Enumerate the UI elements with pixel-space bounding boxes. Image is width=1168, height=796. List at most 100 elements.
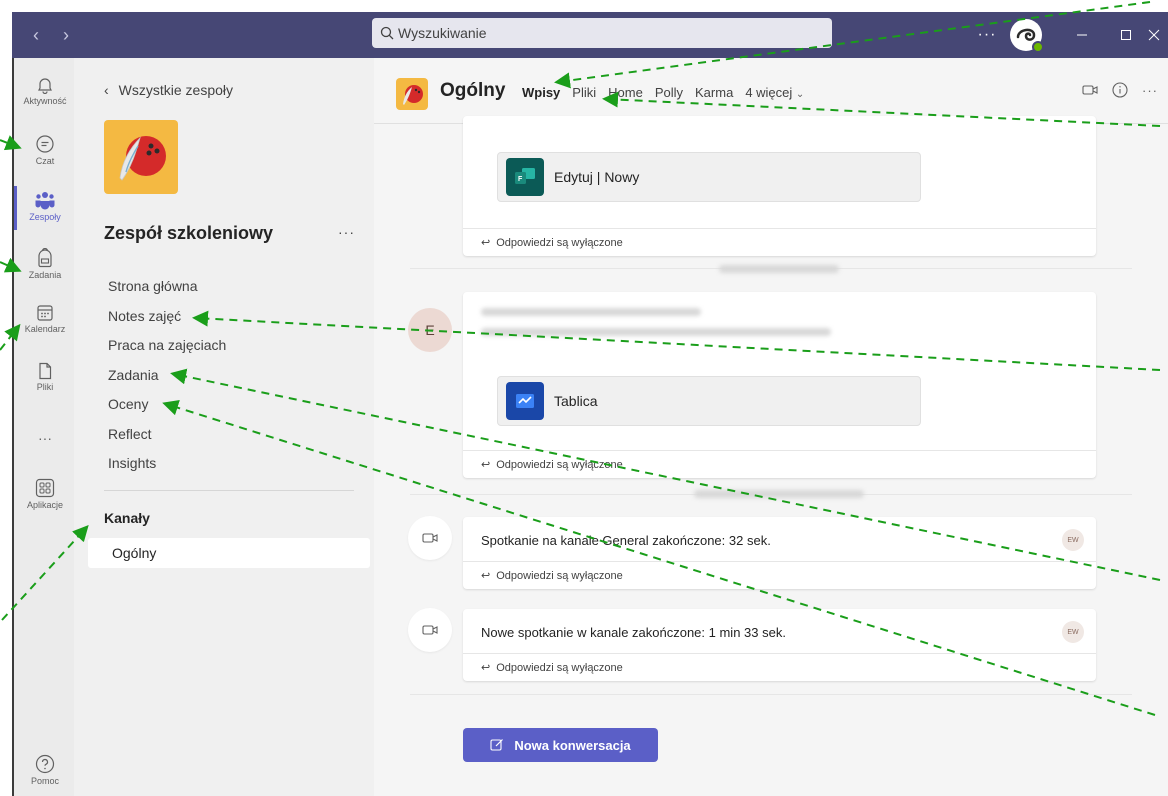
tab-files[interactable]: Pliki: [572, 85, 596, 100]
replies-off-label: Odpowiedzi są wyłączone: [496, 236, 623, 249]
channels-heading: Kanały: [104, 510, 150, 526]
forward-arrow-icon[interactable]: ›: [58, 12, 74, 58]
tab-more-label: 4 więcej: [745, 85, 793, 100]
attachment-card[interactable]: F Edytuj | Nowy: [497, 152, 921, 202]
maximize-icon: [1121, 30, 1131, 40]
tab-posts[interactable]: Wpisy: [522, 85, 561, 119]
chevron-down-icon: ⌄: [795, 89, 805, 100]
post-card: F Edytuj | Nowy ↩ Odpowiedzi są wyłączon…: [463, 116, 1096, 256]
replies-off-row: ↩ Odpowiedzi są wyłączone: [463, 450, 1096, 478]
author-line: [481, 308, 701, 316]
meeting-card: Spotkanie na kanale General zakończone: …: [463, 517, 1096, 589]
rail-item-assignments[interactable]: Zadania: [14, 248, 76, 280]
compose-icon: [490, 739, 504, 751]
more-options-icon[interactable]: ···: [1142, 83, 1158, 98]
rail-label-chat: Czat: [35, 156, 55, 166]
team-menu-item-insights[interactable]: Insights: [108, 453, 226, 483]
reply-arrow-icon: ↩: [481, 459, 491, 471]
rail-label-apps: Aplikacje: [26, 500, 64, 510]
channel-item-general[interactable]: Ogólny: [88, 538, 370, 568]
minimize-icon: [1077, 34, 1087, 36]
replies-off-label: Odpowiedzi są wyłączone: [496, 661, 623, 674]
rail-item-teams[interactable]: Zespoły: [14, 186, 76, 230]
title-bar: ‹ › Wyszukiwanie ···: [12, 12, 1168, 58]
meeting-icon-wrap: [408, 516, 452, 560]
header-tools: ···: [1082, 82, 1158, 98]
more-options-icon[interactable]: ···: [968, 26, 1006, 44]
new-conversation-button[interactable]: Nowa konwersacja: [463, 728, 658, 762]
team-avatar[interactable]: [104, 120, 178, 194]
video-camera-icon: [422, 625, 438, 635]
tab-polly[interactable]: Polly: [655, 85, 683, 100]
meeting-title: Spotkanie na kanale General zakończone: …: [481, 533, 771, 548]
backpack-icon: [38, 248, 52, 268]
team-menu-item-home[interactable]: Strona główna: [108, 276, 226, 306]
attachment-card[interactable]: Tablica: [497, 376, 921, 426]
replies-off-row: ↩ Odpowiedzi są wyłączone: [463, 653, 1096, 681]
rail-label-calendar: Kalendarz: [24, 324, 66, 334]
team-menu-item-reflect[interactable]: Reflect: [108, 424, 226, 454]
replies-off-row: ↩ Odpowiedzi są wyłączone: [463, 561, 1096, 589]
rail-label-assignments: Zadania: [28, 270, 62, 280]
app-rail: Aktywność Czat Zespoły Zadania Kalendarz…: [12, 58, 74, 796]
team-menu-item-grades[interactable]: Oceny: [108, 394, 226, 424]
replies-off-label: Odpowiedzi są wyłączone: [496, 569, 623, 582]
rail-label-activity: Aktywność: [23, 96, 67, 106]
team-name: Zespół szkoleniowy: [104, 223, 274, 243]
help-icon: [35, 754, 55, 774]
minimize-button[interactable]: [1060, 12, 1104, 58]
author-avatar[interactable]: E: [408, 308, 452, 352]
date-separator-label: [719, 265, 839, 273]
attachment-title: Edytuj | Nowy: [554, 169, 640, 185]
reply-arrow-icon: ↩: [481, 662, 491, 674]
all-teams-link[interactable]: ‹ Wszystkie zespoły: [104, 82, 233, 98]
rail-item-apps[interactable]: Aplikacje: [14, 478, 76, 510]
tab-karma[interactable]: Karma: [695, 85, 733, 100]
search-placeholder: Wyszukiwanie: [398, 25, 487, 41]
rail-item-activity[interactable]: Aktywność: [14, 76, 76, 106]
rail-more-apps[interactable]: ···: [14, 430, 76, 446]
forms-app-icon: F: [506, 158, 544, 196]
video-camera-icon[interactable]: [1082, 84, 1098, 96]
meeting-title: Nowe spotkanie w kanale zakończone: 1 mi…: [481, 625, 786, 640]
post-text: [481, 328, 831, 336]
participant-avatar[interactable]: EW: [1062, 621, 1084, 643]
rail-item-help[interactable]: Pomoc: [14, 754, 76, 786]
bell-icon: [38, 78, 52, 94]
participant-avatar[interactable]: EW: [1062, 529, 1084, 551]
back-arrow-icon[interactable]: ‹: [28, 12, 44, 58]
team-more-options[interactable]: ···: [338, 224, 355, 240]
rail-item-calendar[interactable]: Kalendarz: [14, 304, 76, 334]
reply-arrow-icon: ↩: [481, 237, 491, 249]
video-camera-icon: [422, 533, 438, 543]
history-nav: ‹ ›: [12, 12, 74, 58]
apps-icon: [35, 478, 55, 498]
info-icon[interactable]: [1112, 82, 1128, 98]
chevron-left-icon: ‹: [104, 82, 109, 98]
all-teams-label: Wszystkie zespoły: [118, 82, 234, 98]
new-conversation-label: Nowa konwersacja: [514, 737, 631, 753]
rail-item-chat[interactable]: Czat: [14, 134, 76, 166]
close-icon: [1148, 29, 1160, 41]
team-menu-item-classwork[interactable]: Praca na zajęciach: [108, 335, 226, 365]
post-card: Tablica ↩ Odpowiedzi są wyłączone: [463, 292, 1096, 478]
divider: [104, 490, 354, 491]
team-menu-item-class-notebook[interactable]: Notes zajęć: [108, 306, 226, 336]
rail-item-files[interactable]: Pliki: [14, 362, 76, 392]
tab-home[interactable]: Home: [608, 85, 643, 100]
replies-off-row: ↩ Odpowiedzi są wyłączone: [463, 228, 1096, 256]
close-button[interactable]: [1148, 12, 1168, 58]
bowling-ball-icon: [119, 136, 166, 181]
calendar-icon: [37, 305, 53, 321]
more-icon: ···: [38, 430, 52, 446]
tab-more[interactable]: 4 więcej ⌄: [745, 85, 804, 100]
rail-label-help: Pomoc: [30, 776, 59, 786]
file-icon: [39, 362, 52, 380]
date-separator-label: [694, 490, 864, 498]
maximize-button[interactable]: [1104, 12, 1148, 58]
search-input[interactable]: Wyszukiwanie: [372, 18, 832, 48]
user-avatar[interactable]: [1010, 19, 1044, 53]
channel-header: Ogólny Wpisy Pliki Home Polly Karma 4 wi…: [374, 58, 1168, 124]
svg-text:F: F: [518, 176, 523, 183]
team-menu-item-assignments[interactable]: Zadania: [108, 365, 226, 395]
